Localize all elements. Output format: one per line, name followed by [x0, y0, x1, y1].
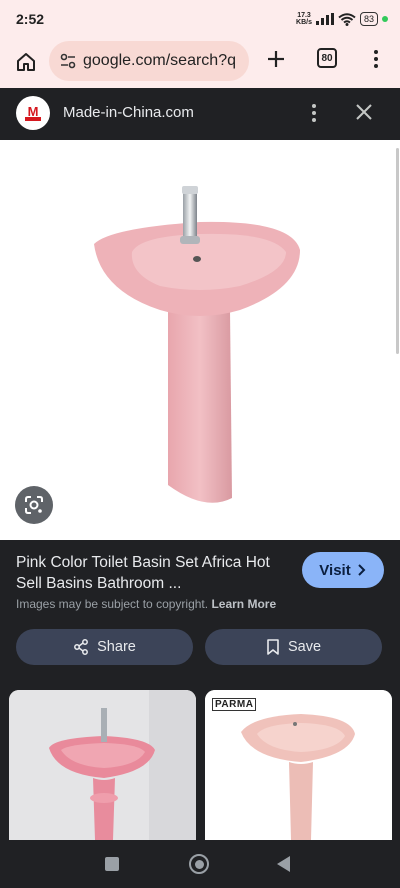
more-vert-icon-dot — [374, 57, 378, 61]
site-name[interactable]: Made-in-China.com — [63, 104, 194, 121]
more-vert-icon-dot — [374, 64, 378, 68]
net-speed: 17.3 KB/s — [296, 12, 312, 26]
copyright-text: Images may be subject to copyright. — [16, 597, 209, 611]
visit-button[interactable]: Visit — [302, 552, 384, 588]
visit-button-label: Visit — [319, 561, 351, 579]
share-button[interactable]: Share — [16, 629, 193, 665]
browser-menu-button[interactable] — [366, 46, 386, 72]
more-vert-icon-dot — [312, 118, 316, 122]
browser-toolbar: google.com/search?q 80 — [0, 38, 400, 88]
battery-indicator: 83 — [359, 12, 378, 26]
back-button[interactable] — [277, 856, 290, 872]
recent-apps-button[interactable] — [105, 857, 119, 871]
related-image-card[interactable] — [9, 690, 196, 840]
home-icon — [17, 53, 35, 71]
more-vert-icon — [312, 104, 316, 108]
product-title[interactable]: Pink Color Toilet Basin Set Africa Hot S… — [16, 552, 286, 594]
close-icon[interactable] — [353, 101, 375, 123]
more-vert-icon — [374, 50, 378, 54]
tab-switcher-button[interactable]: 80 — [317, 48, 337, 68]
status-time: 2:52 — [16, 11, 45, 27]
save-button[interactable]: Save — [205, 629, 382, 665]
url-text: google.com/search?q — [83, 52, 236, 69]
viewer-more-button[interactable] — [306, 102, 322, 124]
related-parma-basin-image — [205, 690, 392, 840]
home-nav-button[interactable] — [189, 854, 209, 874]
logo-letter: M — [28, 104, 39, 119]
save-button-label: Save — [287, 639, 322, 655]
wifi-icon — [338, 12, 356, 26]
privacy-indicator-dot — [382, 16, 388, 22]
net-speed-unit: KB/s — [296, 19, 312, 26]
image-viewer-header: M Made-in-China.com — [0, 88, 400, 140]
system-navigation-bar — [0, 840, 400, 888]
site-favicon: M — [16, 96, 50, 130]
copyright-notice: Images may be subject to copyright. Lear… — [16, 597, 276, 611]
net-speed-value: 17.3 — [297, 12, 311, 19]
lens-search-button[interactable] — [15, 486, 53, 524]
share-button-label: Share — [97, 639, 136, 655]
home-nav-dot — [194, 859, 204, 869]
address-bar[interactable]: google.com/search?q — [49, 41, 249, 81]
related-pink-basin-image — [9, 690, 196, 840]
share-icon — [74, 639, 89, 655]
bookmark-icon — [267, 639, 279, 655]
new-tab-button[interactable] — [263, 46, 289, 72]
made-in-china-logo-icon: M — [25, 104, 41, 121]
learn-more-link[interactable]: Learn More — [211, 597, 276, 611]
status-bar: 2:52 17.3 KB/s 83 — [0, 0, 400, 38]
brand-badge: PARMA — [212, 698, 257, 711]
scrollbar-thumb[interactable] — [396, 148, 399, 354]
tune-icon[interactable] — [59, 52, 77, 70]
plus-icon — [268, 51, 284, 67]
home-button[interactable] — [12, 48, 40, 76]
pink-pedestal-basin-image — [94, 186, 300, 503]
status-icons: 17.3 KB/s 83 — [296, 11, 388, 27]
more-vert-icon-dot — [312, 111, 316, 115]
main-product-image[interactable] — [0, 140, 400, 540]
signal-icon — [315, 13, 334, 25]
related-image-card[interactable]: PARMA — [205, 690, 392, 840]
lens-icon — [25, 496, 43, 514]
chevron-right-icon — [357, 564, 366, 576]
